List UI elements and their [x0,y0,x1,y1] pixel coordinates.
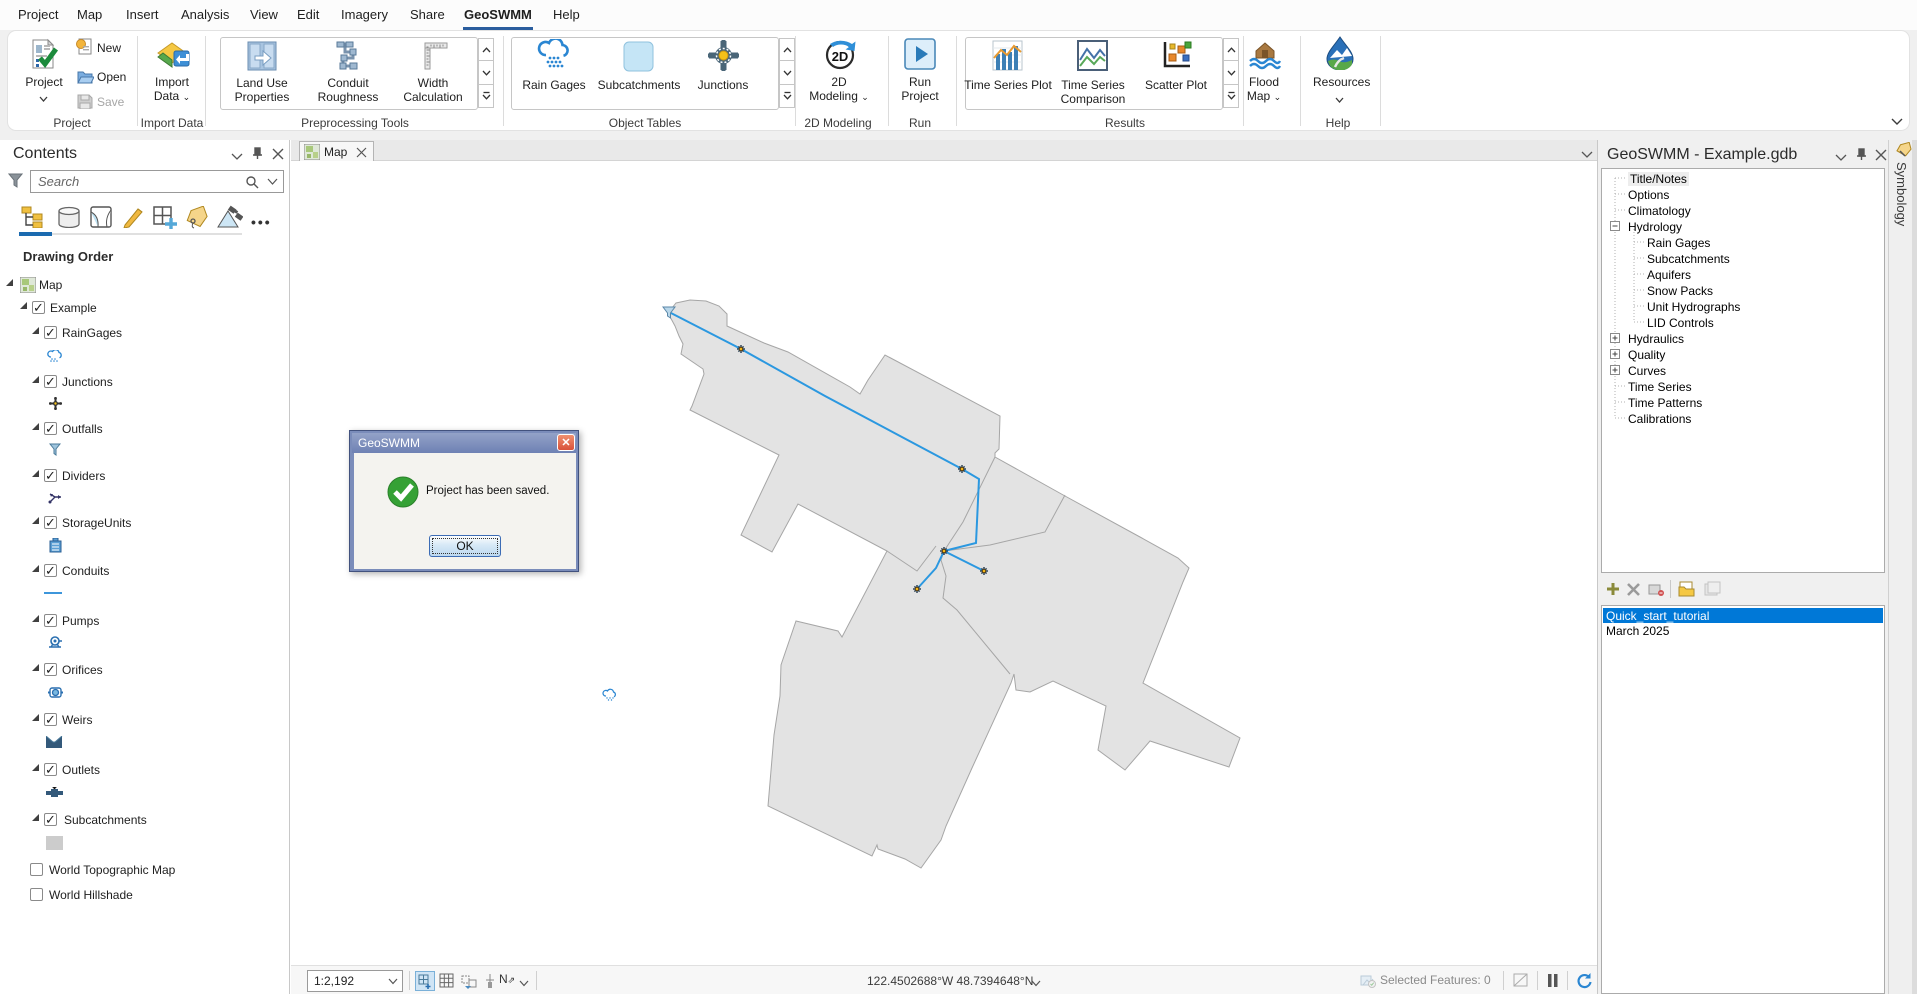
svg-text:2D: 2D [832,49,849,64]
